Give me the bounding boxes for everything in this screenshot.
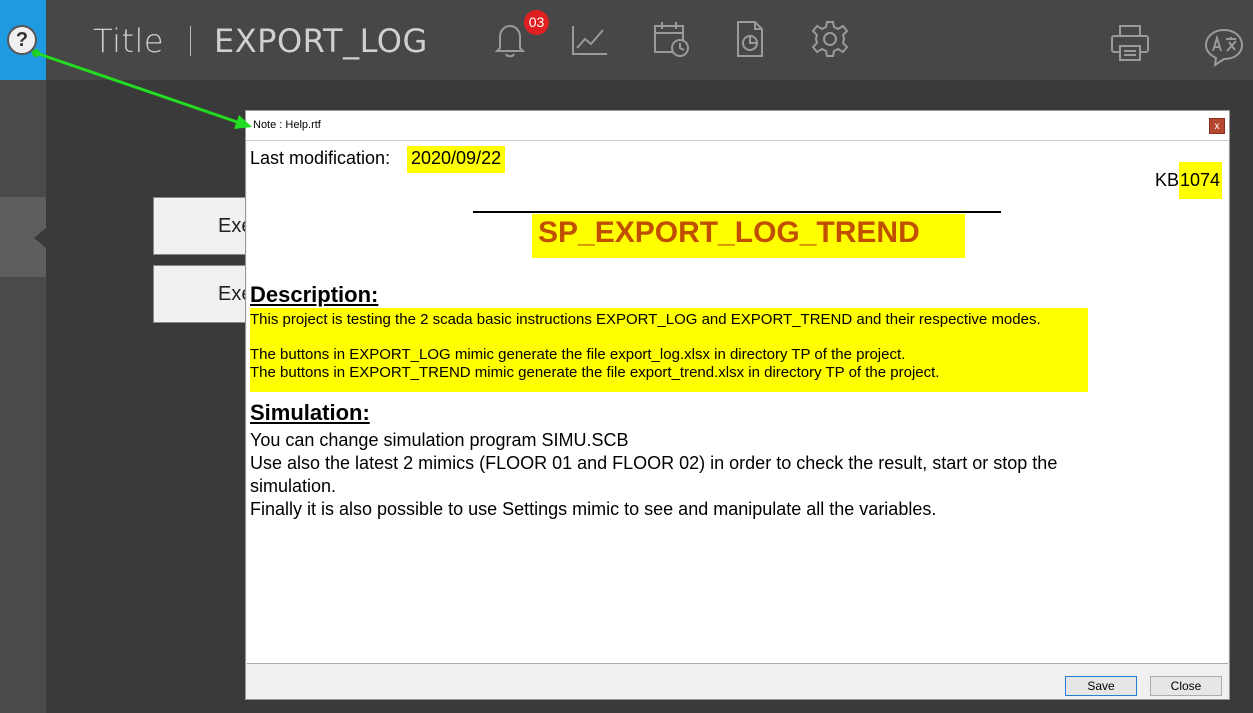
close-button[interactable]: Close [1150,676,1222,696]
help-button[interactable]: ? [0,0,46,80]
title-separator [190,26,191,56]
description-line: This project is testing the 2 scada basi… [250,311,1041,328]
dialog-close-icon[interactable]: x [1209,118,1225,134]
save-button[interactable]: Save [1065,676,1137,696]
simulation-line: Finally it is also possible to use Setti… [250,499,937,519]
last-modification-label: Last modification: [250,148,391,168]
document-title: SP_EXPORT_LOG_TREND [532,214,965,258]
gear-icon[interactable] [809,18,851,60]
app-title: Title [93,22,165,60]
dialog-titlebar[interactable]: Note : Help.rtf x [246,111,1229,141]
simulation-line: You can change simulation program SIMU.S… [250,430,629,450]
simulation-line: simulation. [250,476,337,496]
alarm-count-badge: 03 [524,10,549,35]
mimic-name: EXPORT_LOG [214,22,428,60]
help-icon[interactable]: ? [7,25,37,55]
printer-icon[interactable] [1109,22,1151,64]
kb-number: 1074 [1179,162,1223,199]
description-line: The buttons in EXPORT_LOG mimic generate… [250,346,906,363]
trend-icon[interactable] [569,18,611,60]
kb-prefix: KB [1155,170,1180,190]
title-rule [473,211,1001,213]
left-sidebar [0,80,46,713]
description-line: The buttons in EXPORT_TREND mimic genera… [250,364,940,381]
description-heading: Description: [250,282,379,307]
translate-icon[interactable] [1203,26,1245,68]
top-bar: ? Title EXPORT_LOG 03 [0,0,1253,80]
rich-text-view[interactable]: Last modification: 2020/09/22 KB 1074 SP… [247,141,1228,664]
last-modification-date: 2020/09/22 [407,146,506,173]
simulation-line: Use also the latest 2 mimics (FLOOR 01 a… [250,453,1058,473]
calendar-clock-icon[interactable] [650,18,692,60]
report-icon[interactable] [729,18,771,60]
simulation-heading: Simulation: [250,400,370,425]
help-note-dialog: Note : Help.rtf x Last modification: 202… [245,110,1230,700]
dialog-title: Note : Help.rtf [253,119,321,131]
sidebar-collapse-arrow-icon[interactable] [34,228,46,248]
